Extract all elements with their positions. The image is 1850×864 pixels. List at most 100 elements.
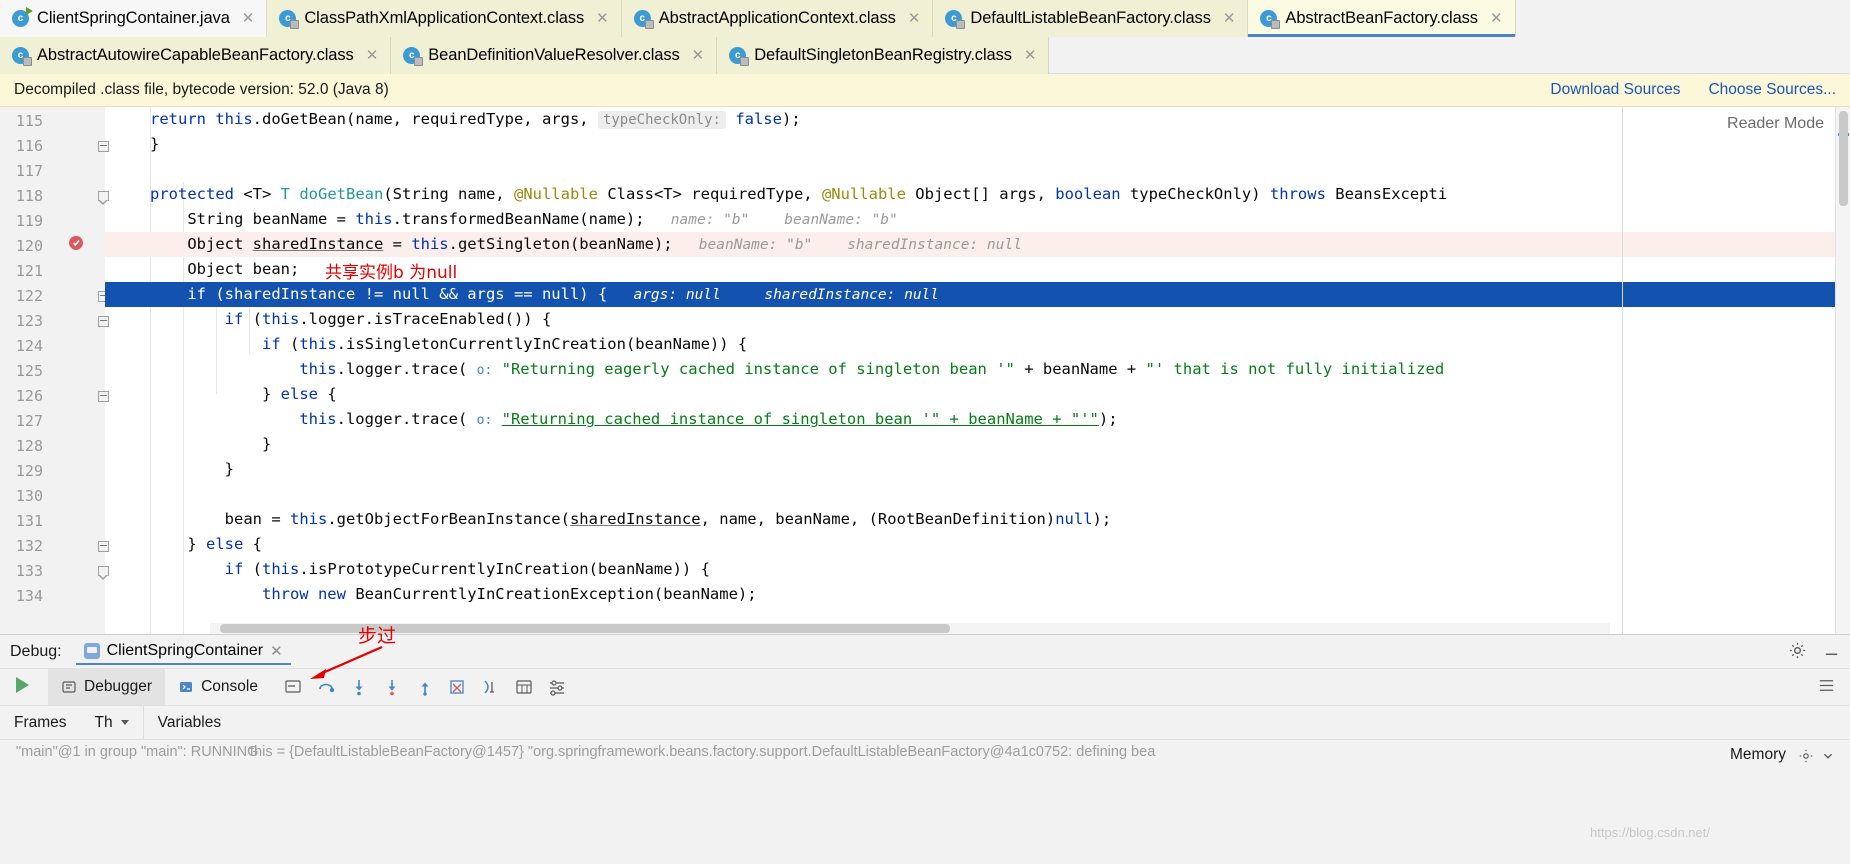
code-line-117[interactable] [105, 157, 1850, 182]
code-line-127[interactable]: this.logger.trace( o: "Returning cached … [105, 407, 1850, 432]
layout-settings-icon[interactable] [1817, 676, 1836, 698]
resume-program-icon[interactable] [12, 674, 34, 700]
editor-tab-abstractapplicationcontext[interactable]: c AbstractApplicationContext.class ✕ [621, 0, 934, 37]
code-line-134[interactable]: throw new BeanCurrentlyInCreationExcepti… [105, 582, 1850, 607]
close-icon[interactable]: ✕ [596, 11, 609, 26]
debug-left-rail [0, 669, 46, 705]
line-number: 118 [15, 187, 43, 205]
close-icon[interactable]: ✕ [242, 11, 255, 26]
minimize-icon[interactable] [1823, 642, 1840, 662]
debug-column-threads[interactable]: Th [81, 714, 143, 732]
debug-column-frames[interactable]: Frames [0, 714, 81, 732]
settings-small-icon[interactable] [1798, 748, 1814, 768]
chevron-down-icon[interactable] [120, 720, 129, 725]
code-text: protected <T> T doGetBean(String name, @… [150, 185, 1448, 203]
close-icon[interactable]: ✕ [270, 642, 283, 660]
run-to-cursor-icon[interactable] [475, 672, 508, 702]
java-class-run-icon: c [12, 7, 33, 27]
code-line-130[interactable] [105, 482, 1850, 507]
code-line-116[interactable]: } [105, 132, 1850, 157]
threads-label: Th [94, 713, 113, 731]
editor-tab-abstractautowirecapablebeanfactory[interactable]: c AbstractAutowireCapableBeanFactory.cla… [0, 37, 392, 74]
choose-sources-link[interactable]: Choose Sources... [1708, 81, 1836, 99]
code-line-126[interactable]: } else { [105, 382, 1850, 407]
code-editor[interactable]: 115 116 117 118 119 120 121 122 123 124 … [0, 107, 1850, 634]
debug-tab-label: Console [201, 678, 258, 695]
debug-tabs-right [1817, 669, 1850, 705]
debug-tab-console[interactable]: Console [165, 669, 271, 705]
settings-sliders-icon[interactable] [541, 672, 574, 702]
code-line-129[interactable]: } [105, 457, 1850, 482]
code-line-122[interactable]: if (sharedInstance != null && args == nu… [105, 282, 1850, 307]
reader-mode-label[interactable]: Reader Mode [1727, 115, 1824, 133]
code-line-124[interactable]: if (this.isSingletonCurrentlyInCreation(… [105, 332, 1850, 357]
editor-tab-label: DefaultListableBeanFactory.class [970, 9, 1211, 27]
code-text: this.logger.trace( o: "Returning cached … [299, 410, 1118, 428]
annotation-arrow-icon [310, 645, 383, 679]
line-number: 129 [15, 462, 43, 480]
code-line-115[interactable]: return this.doGetBean(name, requiredType… [105, 107, 1850, 132]
debug-tabs-row: Debugger Console [0, 669, 1850, 706]
code-line-132[interactable]: } else { [105, 532, 1850, 557]
tab-row-filler [1049, 37, 1850, 74]
line-number: 132 [15, 537, 43, 555]
code-line-123[interactable]: if (this.logger.isTraceEnabled()) { [105, 307, 1850, 332]
code-line-133[interactable]: if (this.isPrototypeCurrentlyInCreation(… [105, 557, 1850, 582]
drop-frame-icon[interactable] [442, 672, 475, 702]
code-text: return this.doGetBean(name, requiredType… [150, 110, 801, 129]
close-icon[interactable]: ✕ [366, 48, 379, 63]
memory-button[interactable]: Memory [1730, 746, 1786, 764]
editor-tab-classpathxmlapplicationcontext[interactable]: c ClassPathXmlApplicationContext.class ✕ [267, 0, 622, 37]
code-line-119[interactable]: String beanName = this.transformedBeanNa… [105, 207, 1850, 232]
code-text: if (this.logger.isTraceEnabled()) { [224, 310, 552, 328]
code-text: String beanName = this.transformedBeanNa… [150, 210, 898, 228]
class-file-icon: c [1260, 10, 1281, 29]
editor-tab-beandefinitionvalueresolver[interactable]: c BeanDefinitionValueResolver.class ✕ [391, 37, 718, 74]
debug-header-actions [1788, 641, 1840, 663]
editor-gutter[interactable]: 115 116 117 118 119 120 121 122 123 124 … [0, 107, 109, 634]
class-file-icon: c [945, 10, 966, 29]
editor-horizontal-scrollbar[interactable] [210, 623, 1610, 634]
debug-tab-debugger[interactable]: Debugger [48, 669, 166, 705]
code-line-125[interactable]: this.logger.trace( o: "Returning eagerly… [105, 357, 1850, 382]
error-stripe-panel[interactable] [1835, 107, 1850, 634]
close-icon[interactable]: ✕ [1490, 11, 1503, 26]
close-icon[interactable]: ✕ [692, 48, 705, 63]
editor-tab-clientspringcontainer[interactable]: c ClientSpringContainer.java ✕ [0, 0, 268, 37]
close-icon[interactable]: ✕ [1223, 11, 1236, 26]
line-number: 115 [15, 112, 43, 130]
variables-row[interactable]: this = {DefaultListableBeanFactory@1457}… [250, 744, 1850, 760]
chevron-down-icon[interactable] [1820, 748, 1836, 768]
step-out-icon[interactable] [409, 672, 442, 702]
decompiled-message: Decompiled .class file, bytecode version… [14, 81, 389, 98]
frames-label: Frames [14, 713, 67, 731]
code-text: if (this.isPrototypeCurrentlyInCreation(… [224, 560, 710, 578]
debug-column-variables[interactable]: Variables [144, 714, 235, 732]
code-line-120[interactable]: Object sharedInstance = this.getSingleto… [105, 232, 1850, 257]
debug-tool-window[interactable]: Debug: ClientSpringContainer ✕ Debugger … [0, 625, 1850, 864]
watermark-text: https://blog.csdn.net/ [1590, 825, 1710, 840]
editor-tab-defaultsingletonbeanregistry[interactable]: c DefaultSingletonBeanRegistry.class ✕ [717, 37, 1050, 74]
editor-tab-bar: c ClientSpringContainer.java ✕ c ClassPa… [0, 0, 1850, 74]
editor-tab-defaultlistablebeanfactory[interactable]: c DefaultListableBeanFactory.class ✕ [933, 0, 1249, 37]
breakpoint-icon[interactable] [68, 235, 84, 251]
debug-content-area[interactable]: "main"@1 in group "main": RUNNING this =… [0, 740, 1850, 864]
class-file-icon: c [403, 47, 424, 66]
editor-tab-abstractbeanfactory[interactable]: c AbstractBeanFactory.class ✕ [1248, 0, 1516, 37]
code-text: Object bean; [150, 260, 300, 278]
editor-vertical-scrollbar-thumb[interactable] [1839, 111, 1848, 206]
close-icon[interactable]: ✕ [1024, 48, 1037, 63]
download-sources-link[interactable]: Download Sources [1550, 81, 1680, 99]
gear-icon[interactable] [1788, 641, 1807, 663]
evaluate-expression-icon[interactable] [508, 672, 541, 702]
code-line-131[interactable]: bean = this.getObjectForBeanInstance(sha… [105, 507, 1850, 532]
code-line-118[interactable]: protected <T> T doGetBean(String name, @… [105, 182, 1850, 207]
debug-session-tab[interactable]: ClientSpringContainer ✕ [75, 639, 291, 665]
code-line-128[interactable]: } [105, 432, 1850, 457]
scrollbar-thumb[interactable] [220, 624, 950, 633]
editor-tab-label: ClientSpringContainer.java [37, 9, 230, 27]
line-number: 133 [15, 562, 43, 580]
code-content[interactable]: return this.doGetBean(name, requiredType… [105, 107, 1850, 634]
line-number: 116 [15, 137, 43, 155]
close-icon[interactable]: ✕ [908, 11, 921, 26]
